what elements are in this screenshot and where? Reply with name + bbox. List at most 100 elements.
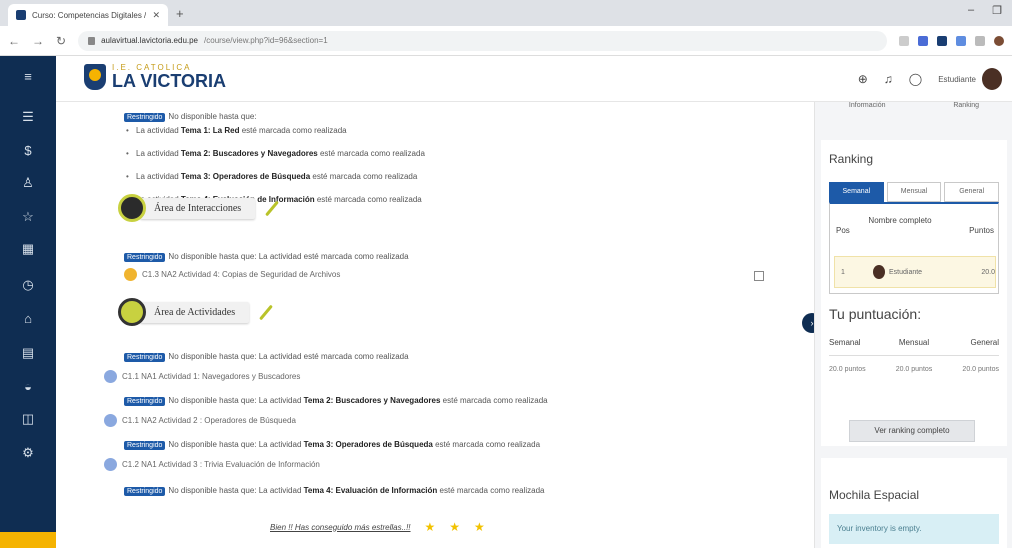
extension-icon[interactable] [975,35,985,46]
url-path: /course/view.php?id=96&section=1 [204,36,328,45]
section-interacciones[interactable]: Área de Interacciones [118,194,281,222]
lock-icon [88,36,96,45]
section-title: Área de Actividades [140,301,250,323]
calendar-icon[interactable]: ▦ [18,240,38,258]
quiz-icon [124,268,137,281]
tab-information[interactable]: Información [849,102,886,128]
course-content: RestringidoNo disponible hasta que: La a… [56,102,786,548]
row-name: Estudiante [889,268,923,276]
stars-banner: Bien !! Has conseguido más estrellas..!!… [270,520,485,534]
extension-icon[interactable] [956,35,966,46]
home-icon[interactable]: ⌂ [18,310,38,328]
score-col: Semanal [829,338,861,347]
url-field[interactable]: aulavirtual.lavictoria.edu.pe /course/vi… [78,30,887,51]
calendar-alt-icon[interactable]: ▤ [18,344,38,362]
star-icon[interactable]: ☆ [18,208,38,226]
chat-icon[interactable]: ◯ [909,72,922,86]
courses-icon[interactable]: ◒ [18,378,38,396]
tab-title: Curso: Competencias Digitales / [32,10,147,20]
close-tab-icon[interactable]: ✕ [152,10,160,21]
globe-icon[interactable]: ⊕ [858,72,868,86]
row-pos: 1 [841,268,845,276]
site-logo[interactable]: I.E. CATOLICA LA VICTORIA [84,64,226,90]
ranking-tabs: Semanal Mensual General [829,182,1000,202]
tab-ranking[interactable]: Ranking [953,102,979,128]
reload-icon[interactable]: ↻ [56,34,66,48]
logo-title: LA VICTORIA [112,71,227,91]
restore-button[interactable]: ❐ [992,4,1002,17]
minimize-button[interactable]: – [968,4,974,17]
hamburger-menu-icon[interactable]: ≡ [18,68,38,86]
browser-tab[interactable]: Curso: Competencias Digitales / ✕ [8,4,168,26]
activity-link[interactable]: C1.3 NA2 Actividad 4: Copias de Segurida… [124,268,340,281]
ranking-header-row: Pos Nombre completo Puntos [830,216,1000,235]
new-tab-button[interactable]: + [176,6,184,21]
bell-icon[interactable]: ♫ [884,72,893,86]
document-icon [118,298,146,326]
restriction-note: Restringido No disponible hasta que: La a… [124,252,409,262]
extension-icon[interactable] [918,35,928,46]
star-icon: ★ [424,520,436,534]
row-points: 20.0 [981,268,995,276]
col-pos: Pos [836,226,850,235]
list-icon[interactable]: ☰ [18,108,38,126]
dashboard-icon[interactable]: ◷ [18,276,38,294]
restriction-note: Restringido No disponible hasta que: La a… [124,486,544,496]
users-icon[interactable]: ♙ [18,174,38,192]
avatar [982,68,1002,90]
col-name: Nombre completo [868,216,932,225]
restriction-note: Restringido No disponible hasta que: La a… [124,396,548,406]
pencil-icon [265,200,280,216]
restriction-lead: Restringido No disponible hasta que: [124,112,256,122]
activity-link[interactable]: C1.1 NA2 Actividad 2 : Operadores de Bús… [104,414,296,427]
extension-icon[interactable] [899,35,909,46]
table-row: 1 Estudiante 20.0 [834,256,996,288]
pencil-icon [259,304,274,320]
section-actividades[interactable]: Área de Actividades [118,298,275,326]
score-col: General [970,338,1000,347]
ranking-title: Ranking [829,152,874,166]
assignment-icon [104,370,117,383]
score-value: 20.0 puntos [962,366,1000,373]
assignment-icon [104,414,117,427]
people-icon [118,194,146,222]
site-favicon-icon [16,10,26,20]
star-icon: ★ [474,520,485,534]
address-bar-row: ← → ↻ aulavirtual.lavictoria.edu.pe /cou… [0,26,1012,56]
grades-icon[interactable]: $ [18,142,38,160]
left-navigation: ≡ ☰ $ ♙ ☆ ▦ ◷ ⌂ ▤ ◒ ◫ ⚙ [0,56,56,548]
restriction-item: La actividad Tema 3: Operadores de Búsqu… [124,172,854,181]
row-name-cell: Estudiante [865,265,951,279]
extension-icon[interactable] [937,35,947,46]
stars-message[interactable]: Bien !! Has conseguido más estrellas..!! [270,523,411,532]
completion-checkbox[interactable] [754,271,764,281]
window-controls: – ❐ [968,4,1002,17]
files-icon[interactable]: ◫ [18,410,38,428]
back-arrow-icon[interactable]: ← [8,34,20,48]
right-drawer: Información Ranking Ranking Semanal Mens… [814,102,1012,548]
inventory-message: Your inventory is empty. [829,514,999,544]
mochila-block: Mochila Espacial Your inventory is empty… [821,458,1007,548]
activity-link[interactable]: C1.1 NA1 Actividad 1: Navegadores y Busc… [104,370,300,383]
browser-tab-bar: Curso: Competencias Digitales / ✕ + – ❐ [0,0,1012,26]
full-ranking-button[interactable]: Ver ranking completo [849,420,975,442]
extensions-area [899,35,1004,46]
user-menu[interactable]: Estudiante [938,68,1002,90]
assignment-icon [104,458,117,471]
star-icon: ★ [449,520,461,534]
activity-link[interactable]: C1.2 NA1 Actividad 3 : Trivia Evaluación… [104,458,320,471]
restricted-badge: Restringido [124,113,166,122]
header-icons: ⊕ ♫ ◯ Estudiante [858,68,1002,90]
tab-mensual[interactable]: Mensual [886,182,942,202]
ranking-block: Ranking Semanal Mensual General Pos Nomb… [821,140,1007,446]
settings-icon[interactable]: ⚙ [18,444,38,462]
avatar [873,265,885,279]
profile-avatar-icon[interactable] [994,35,1004,46]
restriction-item: La actividad Tema 1: La Red esté marcada… [124,126,854,135]
tab-general[interactable]: General [944,182,1000,202]
url-domain: aulavirtual.lavictoria.edu.pe [101,36,199,45]
tab-semanal[interactable]: Semanal [829,182,884,202]
restriction-note: Restringido No disponible hasta que: La a… [124,352,409,362]
forward-arrow-icon[interactable]: → [32,34,44,48]
drawer-top-tabs: Información Ranking [815,102,1012,128]
